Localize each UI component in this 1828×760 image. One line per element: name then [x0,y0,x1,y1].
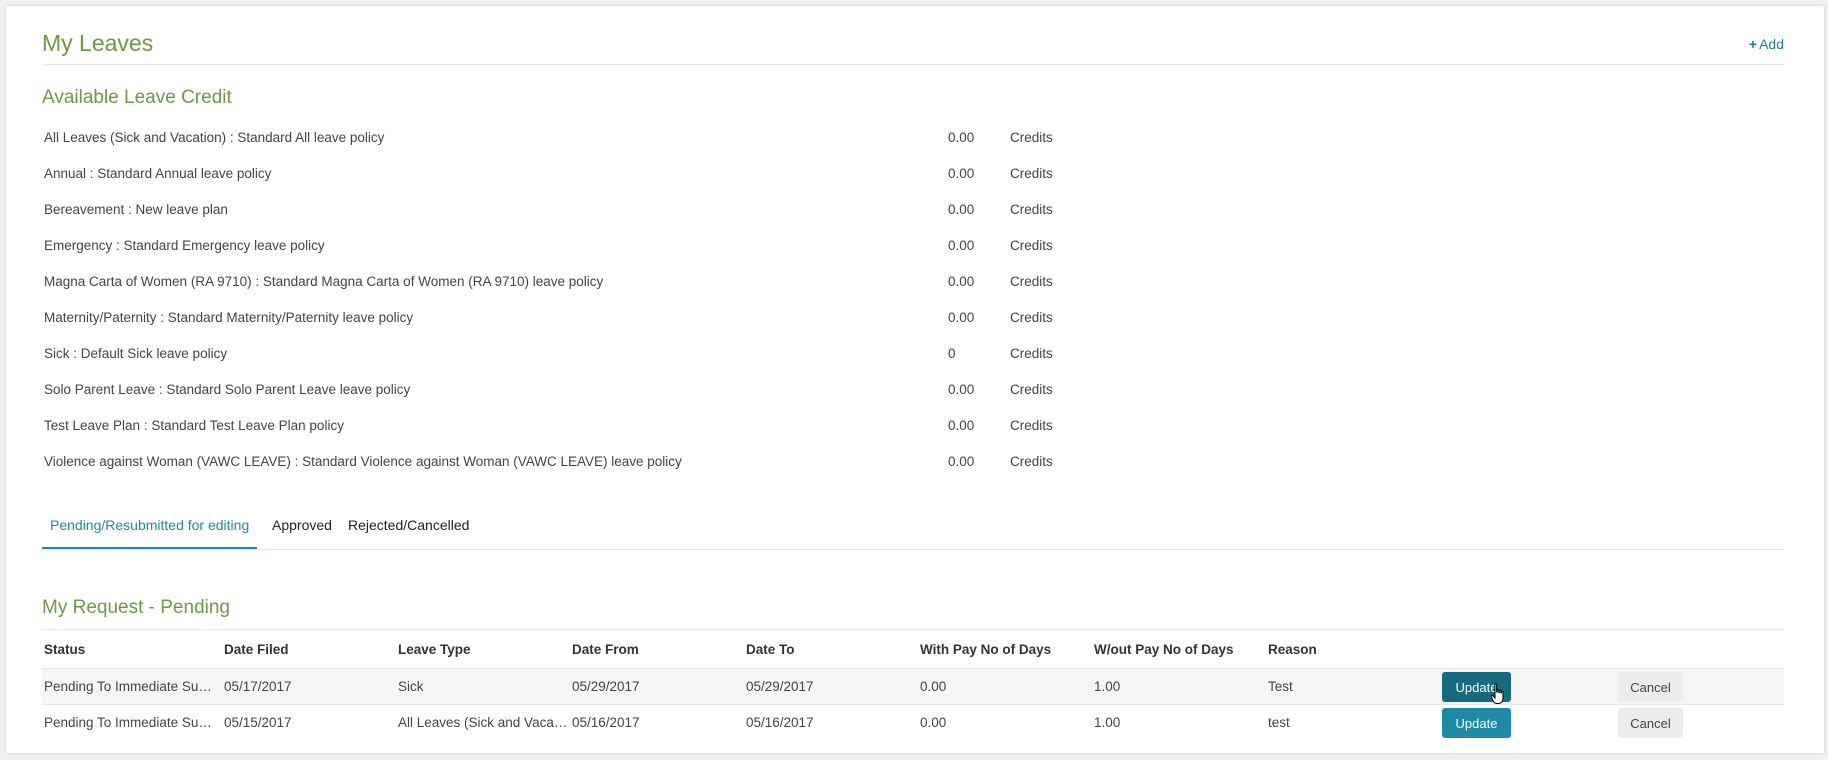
add-label: Add [1759,36,1784,52]
credit-unit: Credits [1010,346,1053,361]
credit-unit: Credits [1010,310,1053,325]
credit-row: Maternity/Paternity : Standard Maternity… [44,300,1244,336]
credit-name: Test Leave Plan : Standard Test Leave Pl… [44,418,344,433]
credit-row: Magna Carta of Women (RA 9710) : Standar… [44,264,1244,300]
credit-row: Sick : Default Sick leave policy 0 Credi… [44,336,1244,372]
credit-row: All Leaves (Sick and Vacation) : Standar… [44,120,1244,156]
add-leave-link[interactable]: + Add [1749,36,1784,52]
column-header-date-filed: Date Filed [224,642,289,657]
credit-unit: Credits [1010,418,1053,433]
cell-date-filed: 05/15/2017 [224,715,292,730]
credit-unit: Credits [1010,454,1053,469]
credit-name: Maternity/Paternity : Standard Maternity… [44,310,414,325]
credit-value: 0.00 [948,418,975,433]
column-header-date-to: Date To [746,642,795,657]
credit-unit: Credits [1010,382,1053,397]
credit-value: 0 [948,346,956,361]
credit-unit: Credits [1010,274,1053,289]
column-header-reason: Reason [1268,642,1317,657]
cancel-button[interactable]: Cancel [1618,672,1683,702]
credit-row: Annual : Standard Annual leave policy 0.… [44,156,1244,192]
cancel-button[interactable]: Cancel [1618,708,1683,738]
credit-unit: Credits [1010,166,1053,181]
cell-status: Pending To Immediate Sup... [44,679,216,694]
credit-name: Solo Parent Leave : Standard Solo Parent… [44,382,411,397]
hand-cursor-icon [1490,683,1504,704]
credit-value: 0.00 [948,274,975,289]
cell-leave-type: Sick [398,679,424,694]
cell-reason: test [1268,715,1290,730]
cell-status: Pending To Immediate Sup... [44,715,216,730]
column-header-status: Status [44,642,86,657]
update-button[interactable]: Update [1442,708,1511,738]
cell-leave-type: All Leaves (Sick and Vacatio... [398,715,568,730]
credit-unit: Credits [1010,238,1053,253]
table-row: Pending To Immediate Sup... 05/17/2017 S… [42,668,1784,705]
column-header-with-pay: With Pay No of Days [920,642,1052,657]
cell-with-pay: 0.00 [920,679,947,694]
page-title: My Leaves [42,30,154,56]
credit-value: 0.00 [948,454,975,469]
main-card: My Leaves + Add Available Leave Credit Al… [6,6,1824,753]
credit-row: Emergency : Standard Emergency leave pol… [44,228,1244,264]
credit-unit: Credits [1010,130,1053,145]
cell-date-from: 05/16/2017 [572,715,640,730]
cell-date-to: 05/29/2017 [746,679,814,694]
credit-value: 0.00 [948,238,975,253]
credit-value: 0.00 [948,310,975,325]
cell-with-pay: 0.00 [920,715,947,730]
column-header-without-pay: W/out Pay No of Days [1094,642,1234,657]
requests-title: My Request - Pending [42,597,230,618]
credit-name: Annual : Standard Annual leave policy [44,166,272,181]
cell-date-to: 05/16/2017 [746,715,814,730]
credit-value: 0.00 [948,202,975,217]
credit-value: 0.00 [948,130,975,145]
cell-date-filed: 05/17/2017 [224,679,292,694]
column-header-date-from: Date From [572,642,639,657]
credit-row: Bereavement : New leave plan 0.00 Credit… [44,192,1244,228]
credit-row: Test Leave Plan : Standard Test Leave Pl… [44,408,1244,444]
table-row: Pending To Immediate Sup... 05/15/2017 A… [42,704,1784,741]
column-header-leave-type: Leave Type [398,642,471,657]
title-divider [42,64,1784,65]
tab-pending[interactable]: Pending/Resubmitted for editing [42,506,258,549]
requests-table-header: Status Date Filed Leave Type Date From D… [42,634,1784,666]
credit-name: Sick : Default Sick leave policy [44,346,228,361]
leave-credit-title: Available Leave Credit [42,87,232,108]
cell-without-pay: 1.00 [1094,715,1121,730]
tab-approved[interactable]: Approved [264,506,340,547]
credit-name: Violence against Woman (VAWC LEAVE) : St… [44,454,682,469]
requests-divider [42,629,1784,630]
credit-name: Bereavement : New leave plan [44,202,228,217]
credit-value: 0.00 [948,382,975,397]
credit-row: Violence against Woman (VAWC LEAVE) : St… [44,444,1244,480]
tab-rejected-cancelled[interactable]: Rejected/Cancelled [340,506,477,547]
credit-name: All Leaves (Sick and Vacation) : Standar… [44,130,385,145]
credit-name: Magna Carta of Women (RA 9710) : Standar… [44,274,604,289]
request-tabs: Pending/Resubmitted for editing Approved… [42,506,1784,550]
cell-reason: Test [1268,679,1293,694]
credit-value: 0.00 [948,166,975,181]
credit-name: Emergency : Standard Emergency leave pol… [44,238,325,253]
credit-row: Solo Parent Leave : Standard Solo Parent… [44,372,1244,408]
cell-date-from: 05/29/2017 [572,679,640,694]
credit-unit: Credits [1010,202,1053,217]
plus-icon: + [1748,36,1758,52]
cell-without-pay: 1.00 [1094,679,1121,694]
